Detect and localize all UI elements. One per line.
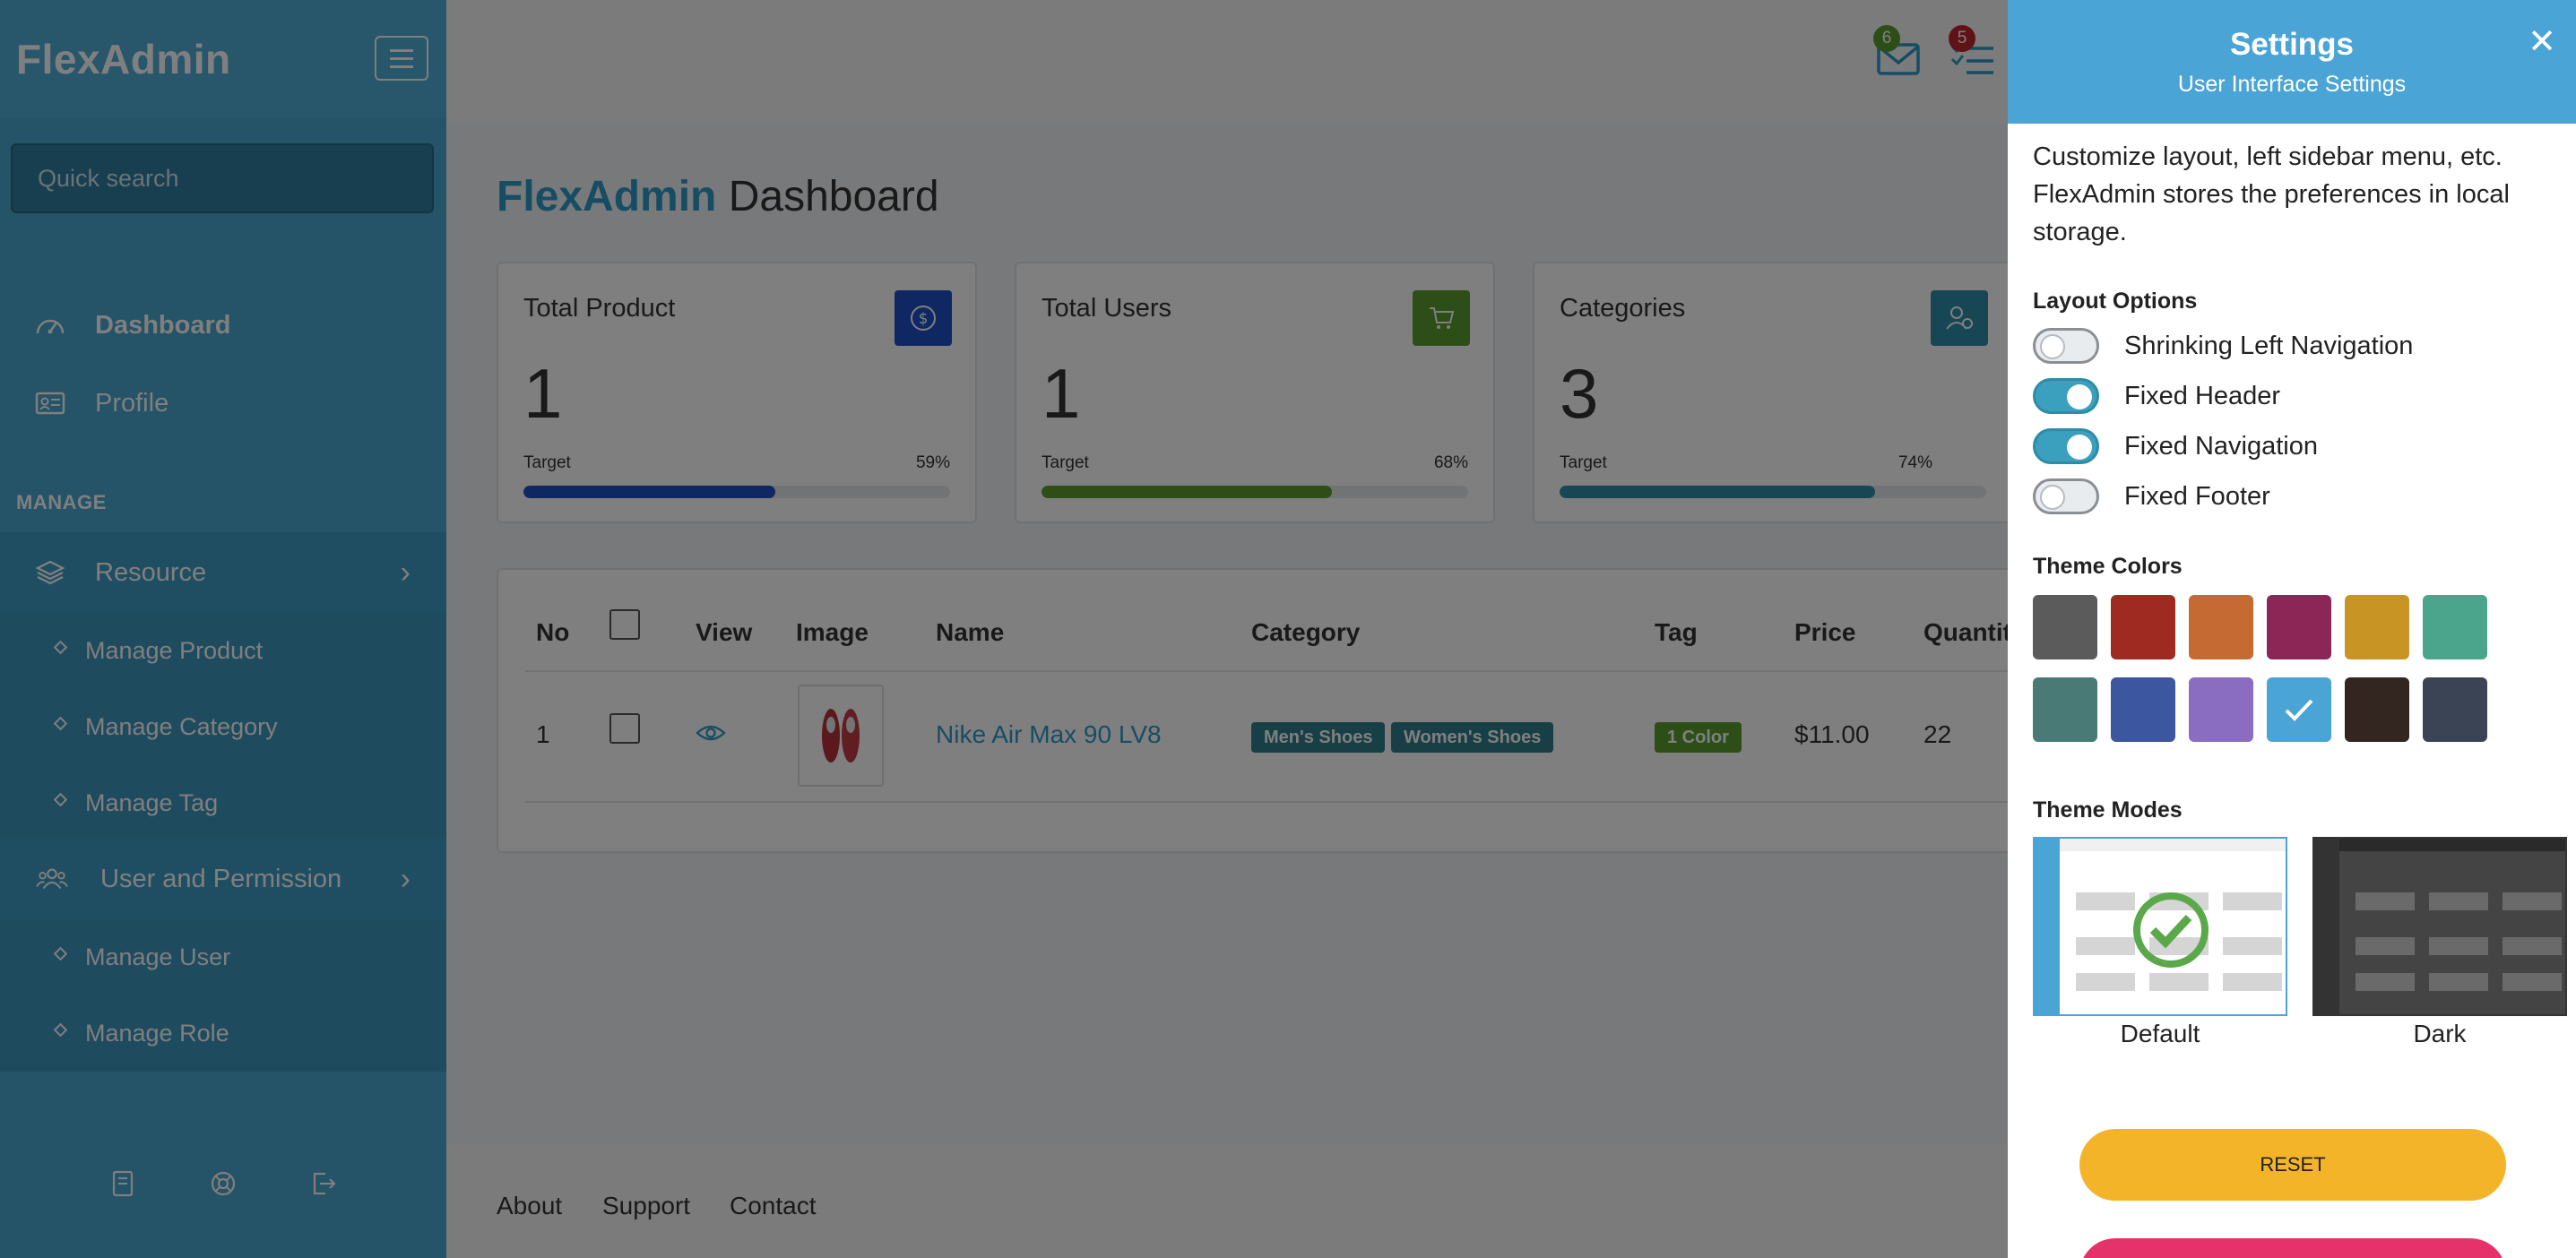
toggle-label: Fixed Navigation [2124,431,2318,461]
theme-color-swatch[interactable] [2345,595,2409,659]
theme-colors-heading: Theme Colors [2033,554,2183,579]
default-mode-preview-icon [2035,839,2286,1014]
theme-color-swatch[interactable] [2189,677,2253,742]
close-settings-button[interactable] [2079,1238,2506,1258]
theme-color-swatch[interactable] [2423,677,2487,742]
theme-mode-label: Dark [2413,1020,2467,1047]
theme-color-swatch[interactable] [2033,677,2097,742]
reset-button[interactable]: RESET [2079,1129,2506,1201]
toggle-label: Shrinking Left Navigation [2124,331,2414,360]
settings-subtitle: User Interface Settings [2177,72,2407,97]
dark-mode-preview-icon [2314,839,2565,1014]
toggle-switch[interactable] [2033,478,2099,514]
theme-color-swatch[interactable] [2345,677,2409,742]
layout-options-heading: Layout Options [2033,289,2198,314]
toggle-switch[interactable] [2033,328,2099,364]
settings-description: Customize layout, left sidebar menu, etc… [2033,142,2510,246]
toggle-shrinking-left-nav[interactable]: Shrinking Left Navigation [2033,328,2413,364]
theme-color-swatch[interactable] [2111,677,2175,742]
settings-title: Settings [2229,27,2355,62]
theme-color-swatch[interactable] [2267,677,2331,742]
toggle-label: Fixed Header [2124,381,2281,410]
theme-color-swatch[interactable] [2033,595,2097,659]
theme-mode-dark[interactable] [2312,837,2567,1016]
check-icon [2285,699,2313,721]
toggle-switch[interactable] [2033,378,2099,414]
theme-modes-heading: Theme Modes [2033,797,2183,823]
theme-mode-label: Default [2120,1020,2200,1047]
theme-mode-default[interactable] [2033,837,2287,1016]
theme-color-swatch[interactable] [2267,595,2331,659]
toggle-switch[interactable] [2033,428,2099,464]
settings-header: Settings User Interface Settings ✕ [2008,0,2576,124]
theme-color-swatch[interactable] [2189,595,2253,659]
toggle-fixed-navigation[interactable]: Fixed Navigation [2033,428,2318,464]
toggle-label: Fixed Footer [2124,481,2270,511]
toggle-fixed-footer[interactable]: Fixed Footer [2033,478,2270,514]
theme-color-swatch[interactable] [2423,595,2487,659]
theme-color-swatch[interactable] [2111,595,2175,659]
settings-panel: Settings User Interface Settings ✕ Custo… [2008,0,2576,1258]
close-icon[interactable]: ✕ [2528,22,2556,62]
toggle-fixed-header[interactable]: Fixed Header [2033,378,2280,414]
